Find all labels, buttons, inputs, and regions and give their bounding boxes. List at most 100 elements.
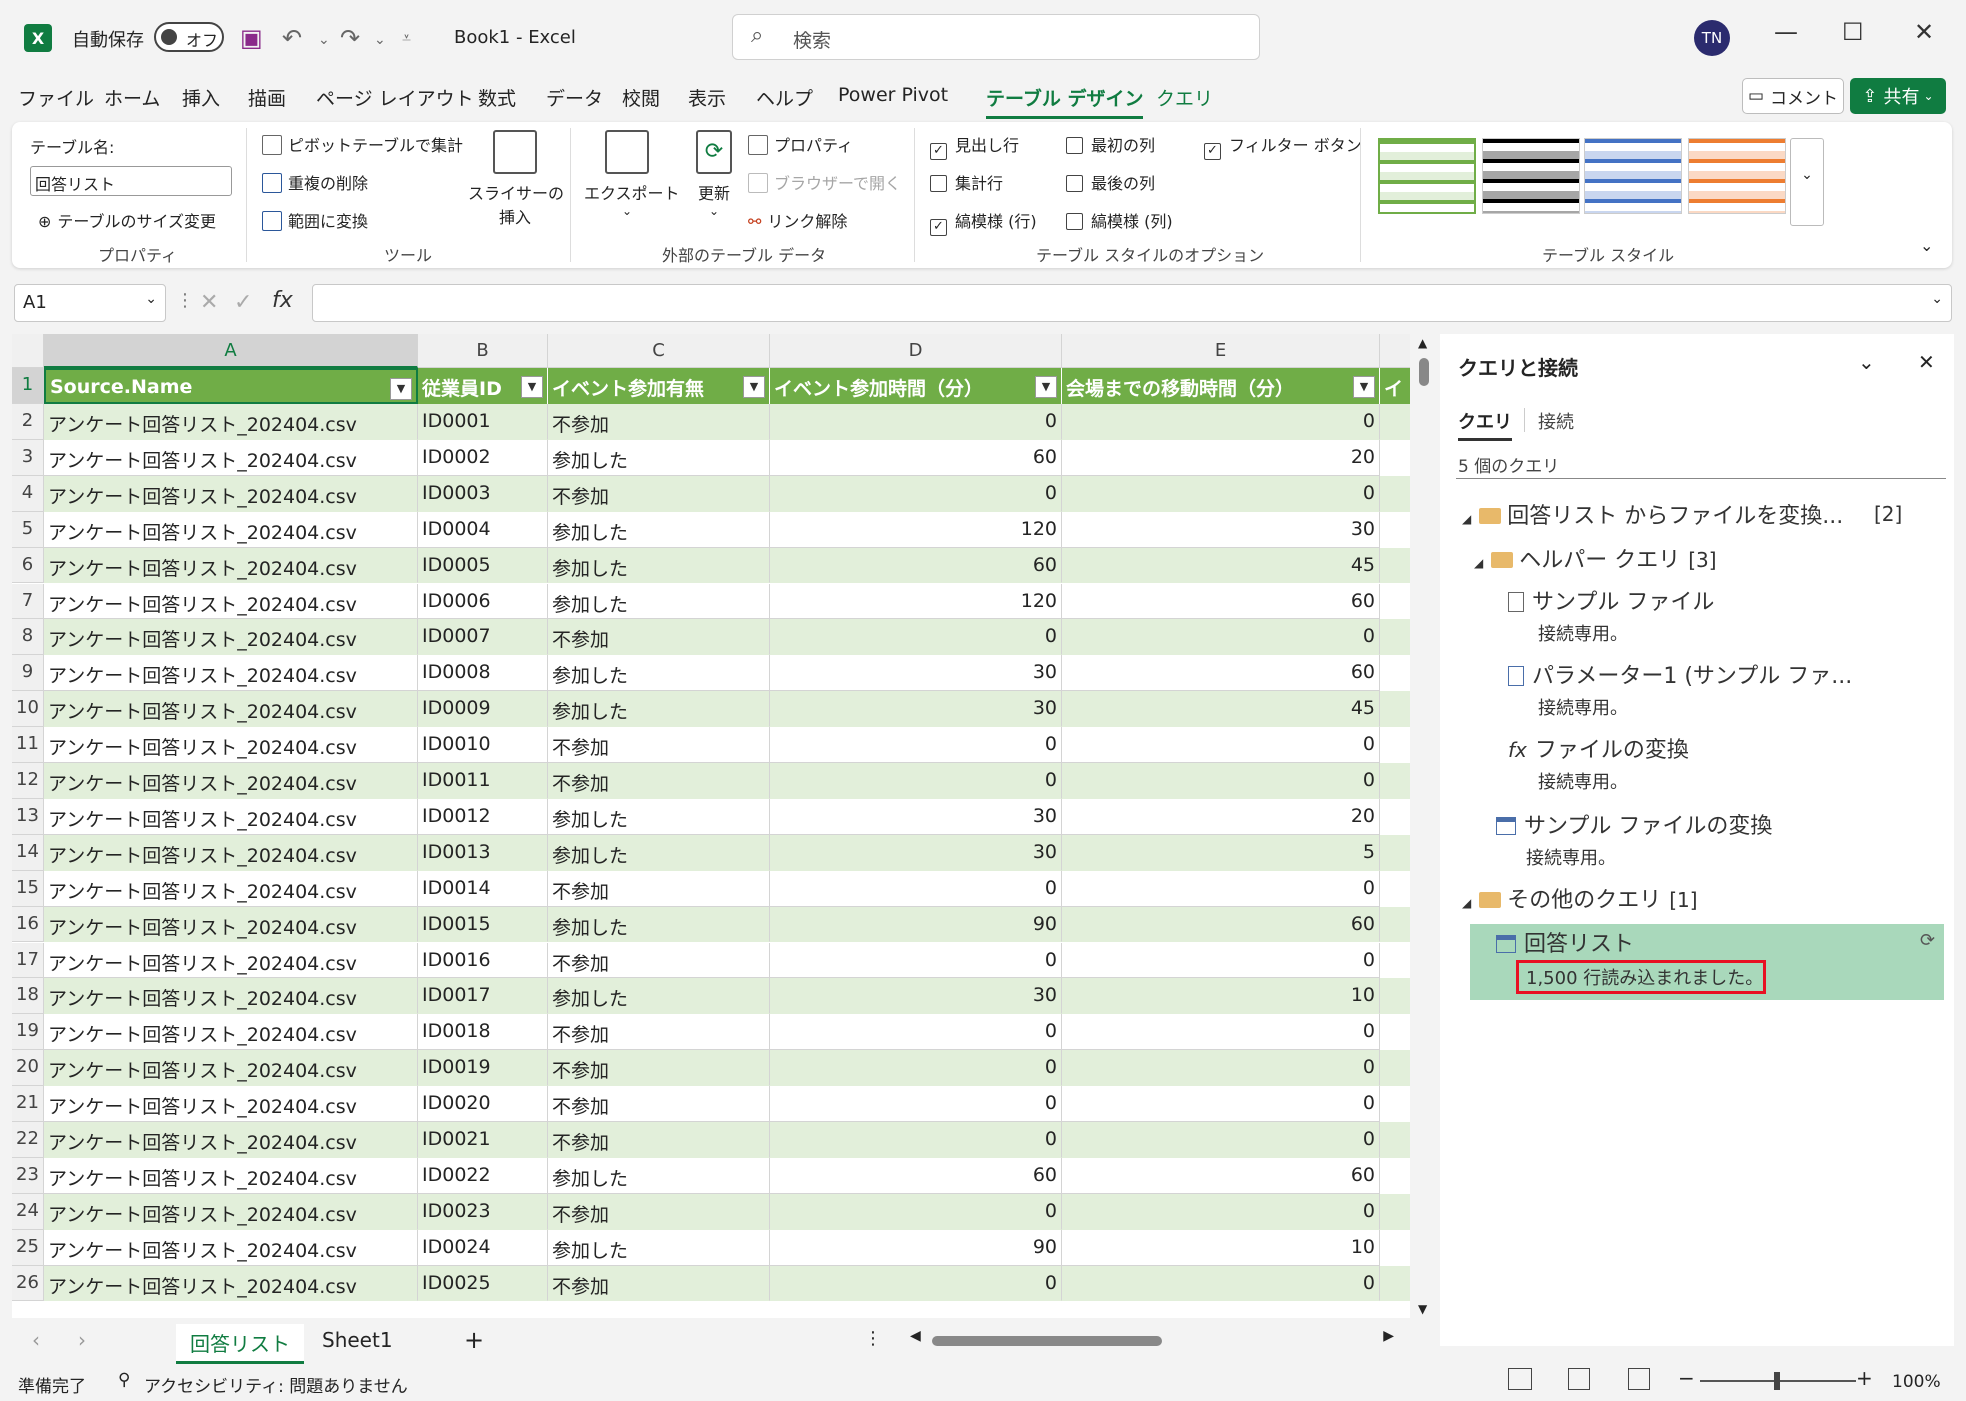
column-header-d[interactable]: D — [770, 334, 1062, 368]
cell-event-time[interactable]: 30 — [770, 834, 1062, 871]
column-header-a[interactable]: A — [44, 334, 418, 368]
cell-travel-time[interactable]: 0 — [1062, 1086, 1380, 1122]
cell-travel-time[interactable]: 20 — [1062, 439, 1380, 476]
refresh-button[interactable]: ⟳ 更新 ⌄ — [684, 130, 744, 218]
cell-employee-id[interactable]: ID0003 — [418, 475, 548, 512]
cell-event-time[interactable]: 120 — [770, 511, 1062, 548]
cell-event-time[interactable]: 0 — [770, 1265, 1062, 1302]
cell-attendance[interactable]: 不参加 — [548, 1265, 770, 1302]
pane-options-icon[interactable]: ⌄ — [1858, 350, 1875, 374]
cell-travel-time[interactable]: 0 — [1062, 763, 1380, 799]
close-icon[interactable]: ✕ — [1914, 18, 1934, 46]
vertical-scrollbar[interactable]: ▲ ▼ — [1414, 334, 1434, 1318]
cell-next-column[interactable] — [1380, 1086, 1410, 1122]
cell-source-name[interactable]: アンケート回答リスト_202404.csv — [44, 1229, 418, 1266]
save-icon[interactable]: ▣ — [240, 24, 263, 52]
cell-next-column[interactable] — [1380, 404, 1410, 440]
cell-source-name[interactable]: アンケート回答リスト_202404.csv — [44, 727, 418, 763]
cell-event-time[interactable]: 120 — [770, 583, 1062, 620]
chevron-down-icon[interactable]: ⌄ — [1931, 291, 1943, 307]
minimize-icon[interactable]: — — [1774, 18, 1798, 46]
comment-button[interactable]: ▭ コメント — [1742, 78, 1844, 114]
cell-next-column[interactable] — [1380, 1122, 1410, 1158]
cell-travel-time[interactable]: 60 — [1062, 583, 1380, 620]
tab-table-design[interactable]: テーブル デザイン — [986, 84, 1144, 119]
cell-source-name[interactable]: アンケート回答リスト_202404.csv — [44, 1050, 418, 1087]
cell-employee-id[interactable]: ID0007 — [418, 619, 548, 656]
tab-insert[interactable]: 挿入 — [182, 84, 220, 111]
tab-formulas[interactable]: 数式 — [478, 84, 516, 111]
scroll-up-icon[interactable]: ▲ — [1418, 336, 1427, 350]
table-style-orange[interactable] — [1688, 138, 1786, 214]
zoom-slider[interactable] — [1700, 1372, 1856, 1390]
cell-attendance[interactable]: 参加した — [548, 655, 770, 692]
cell-next-column[interactable] — [1380, 655, 1410, 692]
cell-travel-time[interactable]: 0 — [1062, 619, 1380, 656]
cell-next-column[interactable] — [1380, 475, 1410, 512]
cell-next-column[interactable] — [1380, 1050, 1410, 1087]
cell-attendance[interactable]: 参加した — [548, 906, 770, 943]
query-answer-list[interactable]: 回答リスト — [1496, 926, 1634, 958]
last-column-checkbox[interactable]: 最後の列 — [1066, 170, 1155, 194]
cell-next-column[interactable] — [1380, 511, 1410, 548]
normal-view-icon[interactable] — [1508, 1368, 1532, 1390]
formula-input[interactable]: ⌄ — [312, 284, 1952, 322]
cell-employee-id[interactable]: ID0018 — [418, 1014, 548, 1051]
cell-attendance[interactable]: 不参加 — [548, 870, 770, 907]
tab-power-pivot[interactable]: Power Pivot — [838, 84, 948, 106]
cell-employee-id[interactable]: ID0021 — [418, 1122, 548, 1158]
cell-employee-id[interactable]: ID0008 — [418, 655, 548, 692]
header-row-checkbox[interactable]: ✓ 見出し行 — [930, 132, 1019, 160]
cell-travel-time[interactable]: 45 — [1062, 547, 1380, 584]
cell-employee-id[interactable]: ID0013 — [418, 834, 548, 871]
row-header[interactable]: 3 — [12, 439, 44, 476]
cell-employee-id[interactable]: ID0001 — [418, 404, 548, 440]
row-header[interactable]: 21 — [12, 1086, 44, 1122]
row-header[interactable]: 14 — [12, 834, 44, 871]
page-layout-view-icon[interactable] — [1568, 1368, 1590, 1390]
cell-event-time[interactable]: 30 — [770, 798, 1062, 835]
cell-source-name[interactable]: アンケート回答リスト_202404.csv — [44, 475, 418, 512]
cell-next-column[interactable] — [1380, 1265, 1410, 1302]
cell-travel-time[interactable]: 5 — [1062, 834, 1380, 871]
cell-event-time[interactable]: 90 — [770, 1229, 1062, 1266]
row-header[interactable]: 10 — [12, 691, 44, 728]
cell-event-time[interactable]: 0 — [770, 619, 1062, 656]
row-header[interactable]: 11 — [12, 727, 44, 763]
row-header[interactable]: 15 — [12, 870, 44, 907]
accessibility-status[interactable]: アクセシビリティ: 問題ありません — [144, 1372, 408, 1397]
zoom-out-icon[interactable]: − — [1678, 1366, 1695, 1390]
cell-travel-time[interactable]: 60 — [1062, 655, 1380, 692]
cell-employee-id[interactable]: ID0023 — [418, 1193, 548, 1230]
cell-next-column[interactable] — [1380, 942, 1410, 979]
formula-bar-handle-icon[interactable]: ⋮ — [176, 290, 194, 311]
ribbon-collapse-icon[interactable]: ⌄ — [1920, 236, 1933, 255]
cell-employee-id[interactable]: ID0025 — [418, 1265, 548, 1302]
cell-employee-id[interactable]: ID0015 — [418, 906, 548, 943]
cell-travel-time[interactable]: 20 — [1062, 798, 1380, 835]
column-header-c[interactable]: C — [548, 334, 770, 368]
column-header-f[interactable] — [1380, 334, 1410, 368]
cell-travel-time[interactable]: 0 — [1062, 475, 1380, 512]
cell-source-name[interactable]: アンケート回答リスト_202404.csv — [44, 655, 418, 692]
cell-next-column[interactable] — [1380, 619, 1410, 656]
customize-qat-icon[interactable]: ⩡ — [402, 28, 411, 48]
row-header[interactable]: 9 — [12, 655, 44, 692]
cell-attendance[interactable]: 参加した — [548, 798, 770, 835]
cell-travel-time[interactable]: 0 — [1062, 1193, 1380, 1230]
cell-next-column[interactable] — [1380, 1014, 1410, 1051]
cell-travel-time[interactable]: 60 — [1062, 1157, 1380, 1194]
zoom-slider-thumb[interactable] — [1774, 1372, 1780, 1390]
cell-travel-time[interactable]: 0 — [1062, 404, 1380, 440]
sheet-tab-sheet1[interactable]: Sheet1 — [308, 1324, 407, 1356]
cell-attendance[interactable]: 参加した — [548, 583, 770, 620]
cell-attendance[interactable]: 不参加 — [548, 619, 770, 656]
undo-icon[interactable]: ↶ — [282, 24, 302, 52]
row-header[interactable]: 8 — [12, 619, 44, 656]
cell-source-name[interactable]: アンケート回答リスト_202404.csv — [44, 619, 418, 656]
cell-event-time[interactable]: 60 — [770, 547, 1062, 584]
sheet-tab-answer-list[interactable]: 回答リスト — [176, 1324, 304, 1364]
table-header-attendance[interactable]: イベント参加有無 ▼ — [548, 368, 770, 404]
cell-employee-id[interactable]: ID0012 — [418, 798, 548, 835]
cell-source-name[interactable]: アンケート回答リスト_202404.csv — [44, 1086, 418, 1122]
